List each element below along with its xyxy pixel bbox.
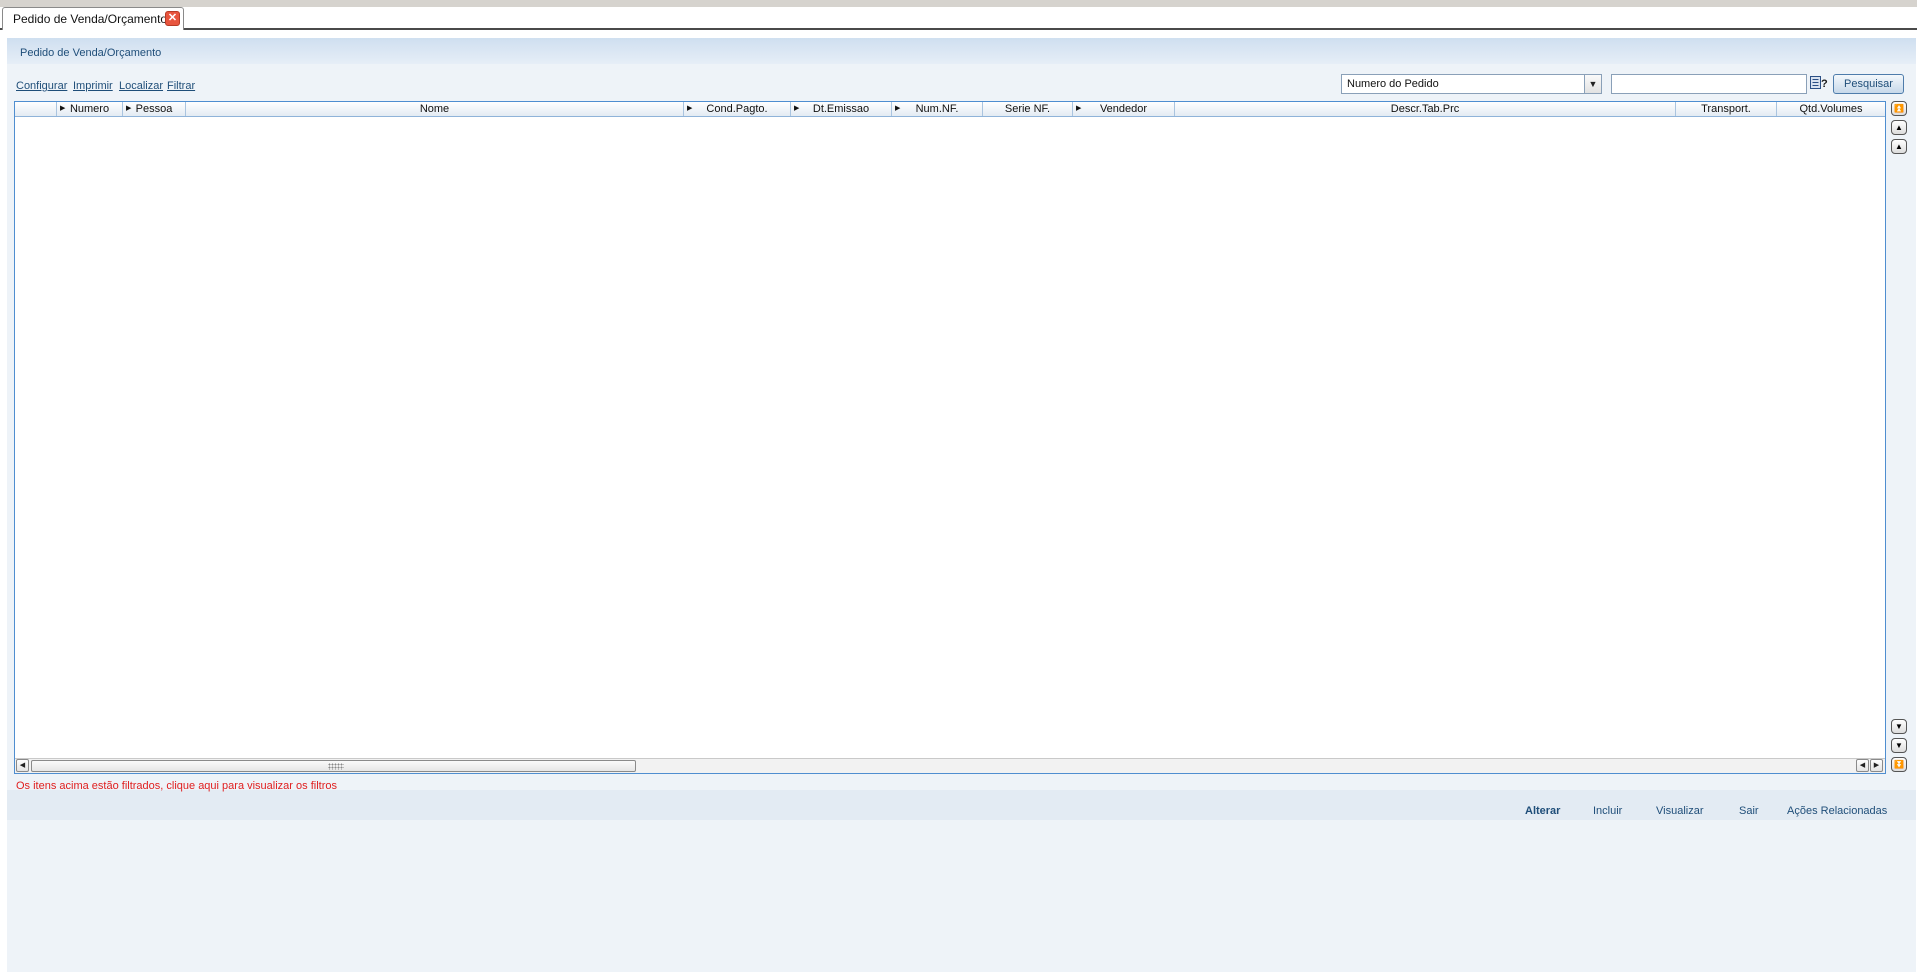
page-title: Pedido de Venda/Orçamento (20, 47, 162, 59)
sort-arrow-icon: ▶ (895, 105, 901, 112)
localizar-link[interactable]: Localizar (119, 80, 163, 92)
scroll-page-down-icon[interactable]: ▼ (1891, 738, 1907, 753)
visualizar-button[interactable]: Visualizar (1656, 805, 1704, 817)
main-content: Pedido de Venda/Orçamento Configurar Imp… (7, 38, 1916, 972)
tab-title: Pedido de Venda/Orçamento (13, 12, 168, 26)
scroll-right-icon[interactable]: ▶ (1870, 759, 1883, 772)
horizontal-scrollbar[interactable]: ◀ ◀ ▶ (15, 758, 1885, 773)
scroll-last-icon[interactable]: ⏬ (1891, 757, 1907, 772)
search-field-value: Numero do Pedido (1347, 78, 1439, 90)
column-header-pessoa[interactable]: ▶ Pessoa (123, 102, 186, 116)
tab-bar: Pedido de Venda/Orçamento ✕ (0, 7, 1917, 30)
sort-arrow-icon: ▶ (126, 105, 132, 112)
column-header-numero[interactable]: ▶ Numero (57, 102, 123, 116)
pesquisar-button[interactable]: Pesquisar (1833, 74, 1904, 94)
sair-button[interactable]: Sair (1739, 805, 1759, 817)
column-header-select[interactable] (15, 102, 57, 116)
scroll-page-up-icon[interactable]: ▲ (1891, 120, 1907, 135)
header-band: Pedido de Venda/Orçamento (7, 38, 1916, 64)
scroll-up-icon[interactable]: ▲ (1891, 139, 1907, 154)
grip-icon (328, 763, 344, 770)
svg-text:?: ? (1821, 78, 1828, 90)
scroll-first-icon[interactable]: ⏫ (1891, 101, 1907, 116)
orders-grid[interactable]: ▶ Numero ▶ Pessoa Nome ▶ Cond.Pagto. ▶ D… (14, 101, 1886, 774)
scroll-left-icon[interactable]: ◀ (16, 759, 29, 772)
sort-arrow-icon: ▶ (1076, 105, 1082, 112)
window-top-strip (0, 0, 1917, 7)
column-header-serie-nf[interactable]: Serie NF. (983, 102, 1073, 116)
column-header-transport[interactable]: Transport. (1676, 102, 1777, 116)
sort-arrow-icon: ▶ (60, 105, 66, 112)
acoes-relacionadas-button[interactable]: Ações Relacionadas (1787, 805, 1887, 817)
column-header-dt-emissao[interactable]: ▶ Dt.Emissao (791, 102, 892, 116)
tab-pedido-venda[interactable]: Pedido de Venda/Orçamento ✕ (2, 7, 184, 30)
alterar-button[interactable]: Alterar (1525, 805, 1560, 817)
sort-arrow-icon: ▶ (687, 105, 693, 112)
search-field-select[interactable]: Numero do Pedido ▼ (1341, 74, 1602, 94)
configurar-link[interactable]: Configurar (16, 80, 67, 92)
horizontal-scroll-thumb[interactable] (31, 760, 636, 772)
column-header-cond-pagto[interactable]: ▶ Cond.Pagto. (684, 102, 791, 116)
grid-header: ▶ Numero ▶ Pessoa Nome ▶ Cond.Pagto. ▶ D… (15, 102, 1885, 117)
vertical-navigation-bar: ⏫ ▲ ▲ ▼ ▼ ⏬ (1888, 101, 1910, 774)
close-icon[interactable]: ✕ (165, 11, 180, 26)
column-header-num-nf[interactable]: ▶ Num.NF. (892, 102, 983, 116)
column-header-descr-tab-prc[interactable]: Descr.Tab.Prc (1175, 102, 1676, 116)
field-helper-icon[interactable]: ? (1810, 75, 1829, 91)
scroll-left-icon[interactable]: ◀ (1856, 759, 1869, 772)
column-header-vendedor[interactable]: ▶ Vendedor (1073, 102, 1175, 116)
column-header-nome[interactable]: Nome (186, 102, 684, 116)
footer-bar: Alterar Incluir Visualizar Sair Ações Re… (7, 790, 1916, 820)
imprimir-link[interactable]: Imprimir (73, 80, 113, 92)
toolbar: Configurar Imprimir Localizar Filtrar Nu… (7, 70, 1916, 100)
sort-arrow-icon: ▶ (794, 105, 800, 112)
search-input[interactable] (1611, 74, 1807, 94)
incluir-button[interactable]: Incluir (1593, 805, 1622, 817)
column-header-qtd-volumes[interactable]: Qtd.Volumes (1777, 102, 1885, 116)
chevron-down-icon[interactable]: ▼ (1584, 75, 1601, 93)
scroll-down-icon[interactable]: ▼ (1891, 719, 1907, 734)
filter-notice-link[interactable]: Os itens acima estão filtrados, clique a… (16, 780, 337, 792)
filtrar-link[interactable]: Filtrar (167, 80, 195, 92)
